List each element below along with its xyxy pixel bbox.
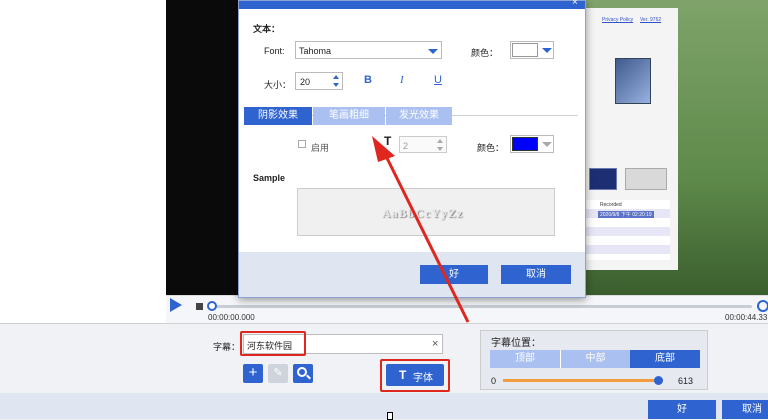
privacy-policy-link: Privacy Policy (602, 17, 634, 23)
close-icon[interactable]: × (572, 0, 578, 8)
shadow-color-label: 颜色： (477, 143, 505, 153)
stepper-up-icon[interactable] (437, 139, 443, 143)
dialog-ok-button[interactable]: 好 (420, 265, 488, 284)
sample-preview: AaBbCcYyZz (297, 188, 555, 236)
position-slider-min: 0 (491, 376, 497, 386)
text-offset-icon: T (384, 134, 392, 148)
version-link: Ver. 9762 (640, 17, 662, 23)
shadow-color-picker[interactable] (510, 135, 554, 153)
position-slider-track[interactable] (503, 379, 663, 382)
time-start: 00:00:00.000 (208, 313, 255, 322)
background-links: Privacy Policy Ver. 9762 (602, 17, 672, 27)
subtitle-position-title: 字幕位置： (491, 338, 541, 349)
position-slider-thumb[interactable] (654, 376, 663, 385)
font-family-value: Tahoma (299, 46, 332, 56)
position-middle-button[interactable]: 中部 (560, 350, 630, 368)
sample-preview-text: AaBbCcYyZz (382, 206, 464, 220)
chevron-down-icon (542, 142, 552, 147)
recorded-column-header: Recorded (600, 202, 622, 208)
font-size-label: 大小： (264, 80, 292, 90)
stop-icon[interactable] (196, 303, 203, 310)
font-label: Font: (264, 46, 285, 56)
add-subtitle-button[interactable]: + (243, 364, 263, 383)
enable-label: 启用 (311, 143, 330, 153)
italic-button[interactable]: I (400, 74, 404, 86)
play-recording-button (625, 168, 667, 190)
dialog-cancel-button[interactable]: 取消 (501, 265, 571, 284)
font-color-swatch (512, 43, 538, 57)
font-color-label: 颜色： (471, 48, 499, 58)
bold-button[interactable]: B (364, 74, 372, 86)
clear-icon[interactable]: × (432, 338, 438, 350)
left-panel (0, 0, 166, 323)
shadow-offset-stepper[interactable]: 2 (399, 136, 447, 153)
stepper-down-icon[interactable] (333, 83, 339, 87)
cancel-button[interactable]: 取消 (722, 400, 768, 419)
position-slider-max: 613 (678, 376, 694, 386)
font-dialog: × 文本： Font: Tahoma 颜色： 大小： 20 B I U 阴影效果… (238, 0, 586, 298)
stepper-up-icon[interactable] (333, 75, 339, 79)
search-icon-handle (306, 374, 311, 380)
play-icon[interactable] (170, 298, 182, 312)
search-button[interactable] (293, 364, 313, 383)
shadow-color-swatch (512, 137, 538, 151)
tab-stroke-width[interactable]: 笔画粗细 (313, 107, 385, 125)
app-logo-icon (615, 58, 651, 104)
font-size-stepper[interactable]: 20 (295, 72, 343, 90)
volume-icon[interactable] (757, 300, 768, 312)
playback-bar (166, 295, 768, 323)
font-color-picker[interactable] (510, 41, 554, 59)
record-button (589, 168, 617, 190)
font-family-select[interactable]: Tahoma (295, 41, 442, 59)
subtitle-label: 字幕： (213, 342, 241, 352)
recordings-table (586, 200, 670, 260)
font-size-value: 20 (300, 77, 311, 87)
stepper-down-icon[interactable] (437, 147, 443, 151)
shadow-offset-value: 2 (403, 141, 409, 151)
enable-checkbox[interactable] (298, 140, 306, 148)
position-top-button[interactable]: 顶部 (490, 350, 560, 368)
chevron-down-icon (542, 48, 552, 53)
chevron-down-icon (428, 49, 438, 54)
underline-button[interactable]: U (434, 74, 442, 86)
subtitle-highlight-box (240, 331, 306, 356)
position-bottom-button[interactable]: 底部 (630, 350, 700, 368)
sample-label: Sample (253, 173, 286, 183)
text-section-title: 文本： (253, 24, 281, 34)
tab-glow-effect[interactable]: 发光效果 (386, 107, 452, 125)
font-button-highlight-box (380, 359, 450, 392)
progress-thumb[interactable] (207, 301, 217, 311)
ok-button[interactable]: 好 (648, 400, 716, 419)
edit-subtitle-button[interactable]: ✎ (268, 364, 288, 383)
progress-track[interactable] (212, 305, 752, 308)
tab-shadow-effect[interactable]: 阴影效果 (244, 107, 312, 125)
dialog-titlebar: × (239, 0, 585, 9)
recorded-date-cell: 2020/9/8 下午 02:20:19 (598, 211, 654, 218)
time-end: 00:00:44.33 (725, 313, 768, 322)
